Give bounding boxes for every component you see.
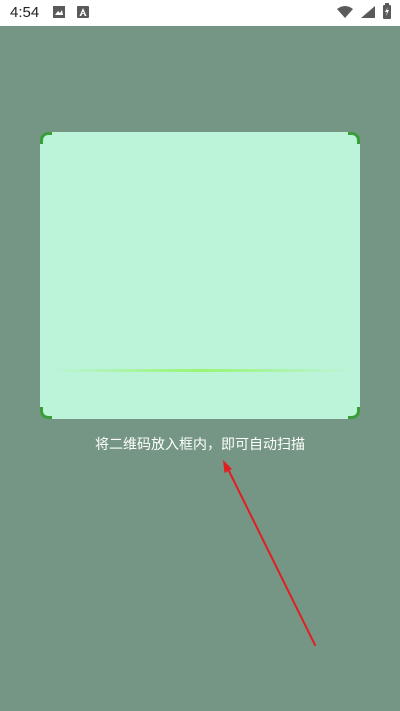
battery-icon: [382, 3, 392, 23]
status-bar: 4:54: [0, 0, 400, 26]
scan-hint-text: 将二维码放入框内，即可自动扫描: [95, 437, 305, 453]
image-icon: [52, 4, 66, 23]
signal-icon: [360, 4, 376, 23]
wifi-icon: [336, 4, 354, 23]
scan-line: [50, 369, 350, 372]
status-time: 4:54: [10, 4, 40, 21]
scan-frame: [40, 132, 360, 419]
frame-corner-top-left: [40, 132, 52, 144]
a-letter-icon: [76, 4, 90, 23]
status-left-icons: [52, 4, 90, 23]
status-right-icons: [336, 3, 392, 23]
